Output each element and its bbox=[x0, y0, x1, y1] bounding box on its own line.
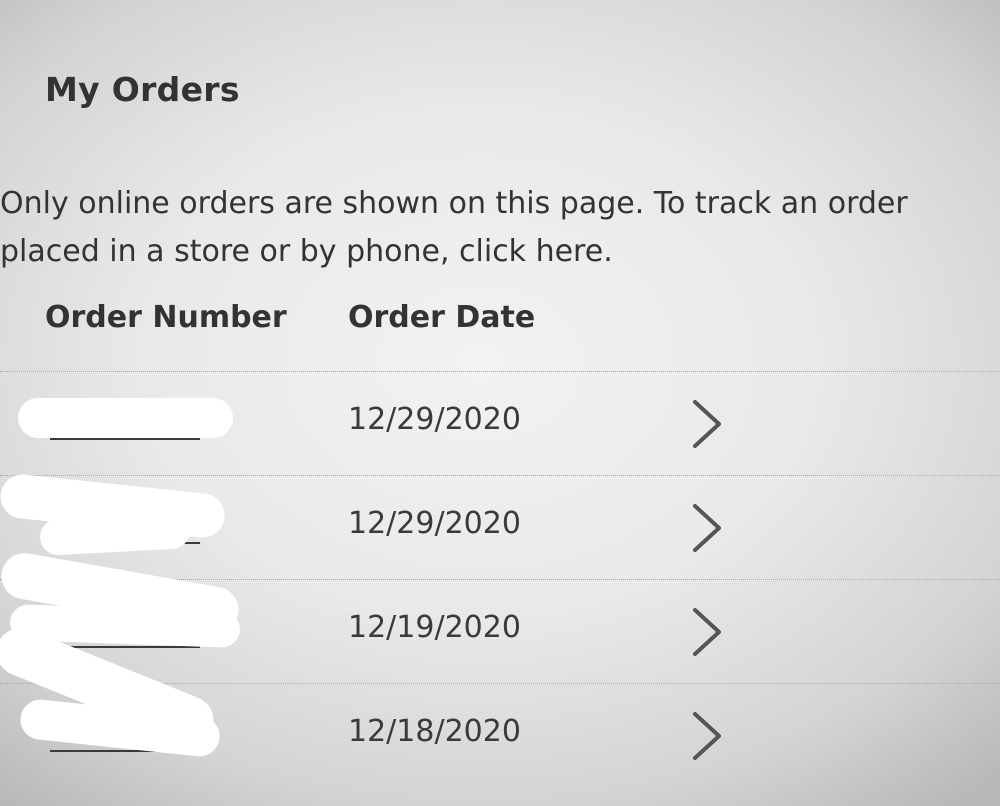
order-date: 12/29/2020 bbox=[348, 402, 521, 437]
chevron-right-icon[interactable] bbox=[682, 396, 732, 452]
order-number-link[interactable] bbox=[50, 618, 200, 648]
order-number-link[interactable] bbox=[50, 410, 200, 440]
column-header-order-number: Order Number bbox=[45, 300, 287, 335]
order-row[interactable]: 12/18/2020 bbox=[0, 620, 1000, 788]
order-row[interactable]: 12/19/2020 bbox=[0, 549, 1000, 684]
order-row[interactable]: 12/29/2020 bbox=[0, 472, 1000, 580]
orders-notice[interactable]: Only online orders are shown on this pag… bbox=[0, 180, 960, 276]
order-date: 12/19/2020 bbox=[348, 610, 521, 645]
page-title: My Orders bbox=[45, 70, 240, 109]
order-number-link[interactable] bbox=[50, 514, 200, 544]
column-header-order-date: Order Date bbox=[348, 300, 536, 335]
order-number-link[interactable] bbox=[50, 722, 200, 752]
order-date: 12/18/2020 bbox=[348, 714, 521, 749]
order-row[interactable]: 12/29/2020 bbox=[0, 372, 1000, 476]
chevron-right-icon[interactable] bbox=[682, 500, 732, 556]
chevron-right-icon[interactable] bbox=[682, 708, 732, 764]
order-date: 12/29/2020 bbox=[348, 506, 521, 541]
chevron-right-icon[interactable] bbox=[682, 604, 732, 660]
